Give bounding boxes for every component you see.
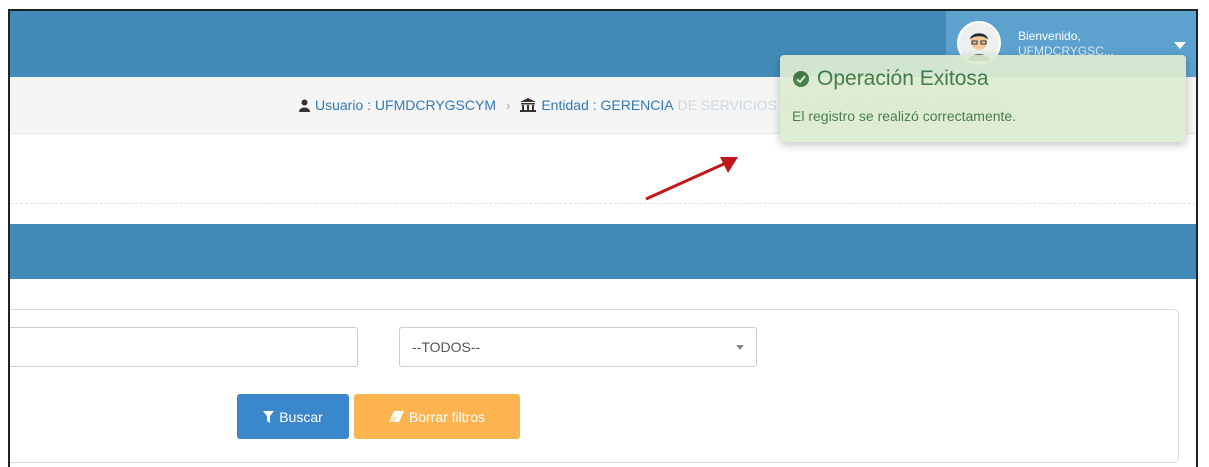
status-select-value: --TODOS-- [412,339,481,355]
breadcrumb-separator: › [506,97,511,113]
search-input[interactable] [10,327,358,367]
clear-filters-label: Borrar filtros [408,408,486,425]
toast-message: El registro se realizó correctamente. [792,108,1017,124]
breadcrumb-entidad[interactable]: Entidad : GERENCIA [541,97,673,113]
app-frame: Bienvenido, UFMDCRYGSC... Usuario : UFMD… [8,9,1198,467]
welcome-label: Bienvenido, [1018,29,1081,43]
divider [10,203,1196,204]
check-circle-icon [793,71,809,87]
filter-icon [263,410,275,423]
panel-header [10,224,1196,279]
search-button[interactable]: Buscar [237,394,349,439]
toast-title: Operación Exitosa [792,67,989,91]
chevron-down-icon[interactable] [1174,42,1186,49]
user-icon [299,99,310,112]
breadcrumb-usuario[interactable]: Usuario : UFMDCRYGSCYM [315,97,496,113]
clear-filters-button[interactable]: Borrar filtros [354,394,520,439]
bank-icon [520,98,537,112]
annotation-arrow-icon [645,157,738,201]
status-select[interactable]: --TODOS-- [399,327,757,367]
dropdown-arrow-icon [736,345,744,350]
search-button-label: Buscar [279,408,323,425]
eraser-icon [388,411,404,422]
success-toast[interactable]: Operación Exitosa El registro se realizó… [780,55,1186,142]
toast-title-text: Operación Exitosa [817,67,989,90]
